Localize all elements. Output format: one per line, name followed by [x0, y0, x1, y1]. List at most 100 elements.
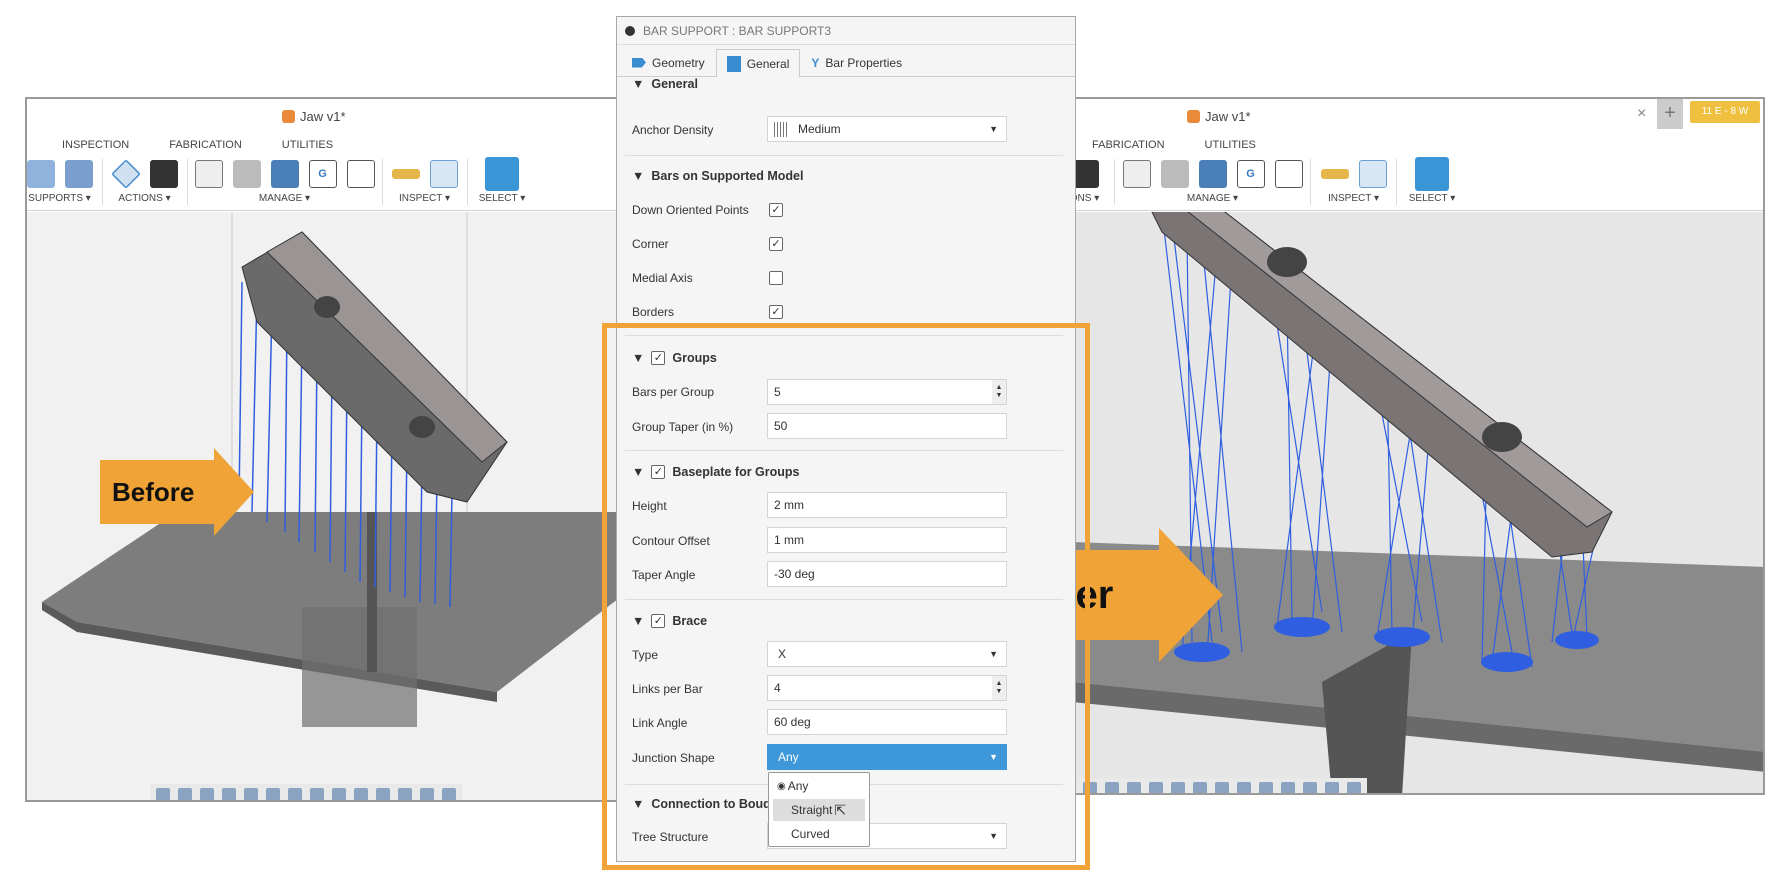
- inspect-group[interactable]: INSPECT ▾: [387, 155, 462, 211]
- navigation-bar[interactable]: [150, 784, 462, 800]
- option-straight[interactable]: Straight ⇱: [773, 799, 865, 821]
- supports-group[interactable]: SUPPORTS ▾: [27, 155, 97, 211]
- machine-icon[interactable]: [270, 160, 299, 188]
- new-tab-button[interactable]: +: [1657, 99, 1683, 129]
- export-icon[interactable]: [149, 160, 178, 188]
- section-baseplate[interactable]: ▼ ✓ Baseplate for Groups: [632, 465, 800, 479]
- junction-shape-select[interactable]: Any ▼: [767, 744, 1007, 770]
- viewports-icon[interactable]: [310, 788, 324, 800]
- bars-per-group-input[interactable]: 5 ▲ ▼: [767, 379, 1007, 405]
- tab-bar-properties[interactable]: Y Bar Properties: [800, 48, 913, 76]
- section-icon[interactable]: [332, 788, 346, 800]
- setup-sheet-icon[interactable]: [1274, 160, 1303, 188]
- tool-icon[interactable]: [420, 788, 434, 800]
- look-at-icon[interactable]: [1083, 782, 1097, 793]
- appearance-icon[interactable]: [1281, 782, 1295, 793]
- option-any[interactable]: ◉ Any: [773, 775, 865, 797]
- grid-icon[interactable]: [288, 788, 302, 800]
- section-groups[interactable]: ▼ ✓ Groups: [632, 351, 717, 365]
- manage-group[interactable]: G MANAGE ▾: [1120, 155, 1305, 211]
- tab-utilities[interactable]: UTILITIES: [1205, 139, 1256, 151]
- document-tab[interactable]: Jaw v1*: [1187, 109, 1251, 124]
- spinner-icon[interactable]: ▲ ▼: [992, 676, 1006, 700]
- orbit-icon[interactable]: [156, 788, 170, 800]
- option-curved[interactable]: Curved: [773, 823, 865, 845]
- generate-icon[interactable]: [110, 159, 141, 189]
- look-at-icon[interactable]: [178, 788, 192, 800]
- tool-library-icon[interactable]: [232, 160, 261, 188]
- display-icon[interactable]: [1171, 782, 1185, 793]
- measure-icon[interactable]: [1320, 169, 1349, 179]
- collapse-icon[interactable]: [625, 25, 635, 36]
- tab-fabrication[interactable]: FABRICATION: [1092, 139, 1165, 151]
- tab-fabrication[interactable]: FABRICATION: [169, 139, 242, 151]
- bar-support-icon[interactable]: [64, 160, 93, 188]
- actions-group[interactable]: ACTIONS ▾: [107, 155, 182, 211]
- appearance-icon[interactable]: [376, 788, 390, 800]
- tool-library-icon[interactable]: [1160, 160, 1189, 188]
- refresh-icon[interactable]: [354, 788, 368, 800]
- document-tab[interactable]: Jaw v1*: [282, 109, 346, 124]
- post-process-icon[interactable]: G: [308, 160, 337, 188]
- tab-general[interactable]: General: [715, 49, 801, 77]
- setup-sheet-icon[interactable]: [346, 160, 375, 188]
- environment-icon[interactable]: [1303, 782, 1317, 793]
- dialog-header[interactable]: BAR SUPPORT : BAR SUPPORT3: [617, 17, 1075, 45]
- select-group[interactable]: SELECT ▾: [472, 155, 532, 211]
- display-icon[interactable]: [266, 788, 280, 800]
- anchor-density-select[interactable]: Medium ▼: [767, 116, 1007, 142]
- section-analysis-icon[interactable]: [429, 160, 458, 188]
- section-analysis-icon[interactable]: [1358, 160, 1387, 188]
- setup-icon[interactable]: [194, 160, 223, 188]
- close-tab-button[interactable]: ×: [1637, 105, 1646, 123]
- select-group[interactable]: SELECT ▾: [1402, 155, 1462, 211]
- section-brace[interactable]: ▼ ✓ Brace: [632, 614, 707, 628]
- height-input[interactable]: 2 mm: [767, 492, 1007, 518]
- magnet-icon[interactable]: [1347, 782, 1361, 793]
- tab-utilities[interactable]: UTILITIES: [282, 139, 333, 151]
- notification-badge[interactable]: 11 E - 8 W: [1690, 101, 1760, 123]
- tool-icon[interactable]: [1325, 782, 1339, 793]
- environment-icon[interactable]: [398, 788, 412, 800]
- pan-icon[interactable]: [1105, 782, 1119, 793]
- borders-checkbox[interactable]: ✓: [769, 305, 783, 319]
- pan-icon[interactable]: [200, 788, 214, 800]
- section-general[interactable]: ▼ General: [632, 77, 698, 91]
- fit-icon[interactable]: [244, 788, 258, 800]
- actions-group[interactable]: ONS ▾: [1072, 155, 1112, 211]
- spinner-icon[interactable]: ▲ ▼: [992, 380, 1006, 404]
- baseplate-checkbox[interactable]: ✓: [651, 465, 666, 479]
- groups-checkbox[interactable]: ✓: [651, 351, 666, 365]
- support-icon[interactable]: [27, 160, 55, 188]
- type-select[interactable]: X ▼: [767, 641, 1007, 667]
- links-per-bar-input[interactable]: 4 ▲ ▼: [767, 675, 1007, 701]
- magnet-icon[interactable]: [442, 788, 456, 800]
- refresh-icon[interactable]: [1259, 782, 1273, 793]
- group-taper-input[interactable]: 50: [767, 413, 1007, 439]
- medial-axis-checkbox[interactable]: [769, 271, 783, 285]
- measure-icon[interactable]: [391, 169, 420, 179]
- select-icon[interactable]: [485, 157, 519, 191]
- inspect-group[interactable]: INSPECT ▾: [1316, 155, 1391, 211]
- navigation-bar[interactable]: [1077, 778, 1367, 793]
- tab-inspection[interactable]: INSPECTION: [62, 139, 129, 151]
- zoom-icon[interactable]: [1127, 782, 1141, 793]
- fit-icon[interactable]: [1149, 782, 1163, 793]
- section-connection[interactable]: ▼ Connection to Bouq: [632, 797, 771, 811]
- tab-geometry[interactable]: Geometry: [621, 48, 716, 76]
- viewports-icon[interactable]: [1215, 782, 1229, 793]
- down-oriented-points-checkbox[interactable]: ✓: [769, 203, 783, 217]
- taper-angle-input[interactable]: -30 deg: [767, 561, 1007, 587]
- setup-icon[interactable]: [1122, 160, 1151, 188]
- 3d-viewport[interactable]: [1072, 201, 1763, 793]
- corner-checkbox[interactable]: ✓: [769, 237, 783, 251]
- contour-offset-input[interactable]: 1 mm: [767, 527, 1007, 553]
- machine-icon[interactable]: [1198, 160, 1227, 188]
- manage-group[interactable]: G MANAGE ▾: [192, 155, 377, 211]
- section-bars-on-model[interactable]: ▼ Bars on Supported Model: [632, 169, 803, 183]
- link-angle-input[interactable]: 60 deg: [767, 709, 1007, 735]
- select-icon[interactable]: [1415, 157, 1449, 191]
- post-process-icon[interactable]: G: [1236, 160, 1265, 188]
- zoom-icon[interactable]: [222, 788, 236, 800]
- brace-checkbox[interactable]: ✓: [651, 614, 666, 628]
